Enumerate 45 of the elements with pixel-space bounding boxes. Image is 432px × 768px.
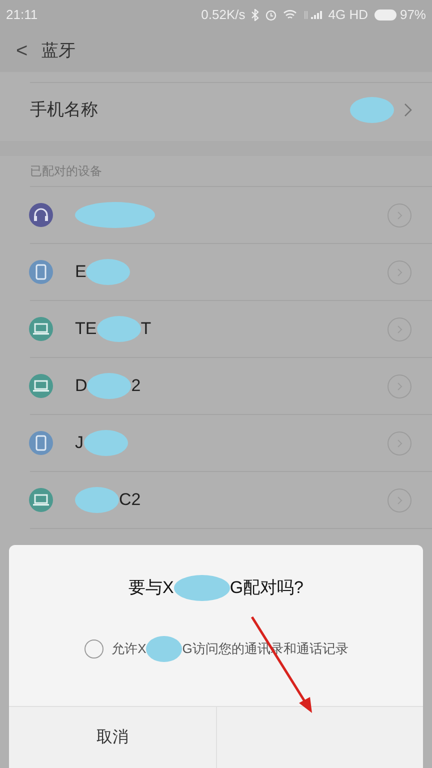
device-name: J (75, 432, 84, 454)
confirm-button[interactable] (216, 707, 423, 768)
wifi-icon (283, 9, 298, 21)
phone-name-row[interactable]: 手机名称 (0, 83, 432, 137)
device-name: C2 (119, 489, 141, 512)
redaction-mark (350, 96, 394, 124)
device-row[interactable]: E (0, 244, 432, 300)
redaction-mark (84, 429, 128, 457)
chevron-icon (404, 103, 412, 117)
network-type: 4G HD (328, 6, 368, 24)
phone-icon (29, 260, 53, 284)
phone-icon (29, 431, 53, 455)
redaction-mark (174, 574, 230, 602)
redaction-mark (86, 258, 130, 286)
bluetooth-icon (251, 9, 260, 21)
device-row[interactable]: TE T (0, 301, 432, 357)
device-name: T (140, 318, 152, 340)
laptop-icon (29, 488, 53, 512)
cancel-button[interactable]: 取消 (9, 707, 216, 768)
checkbox[interactable] (84, 639, 104, 659)
device-name: 2 (131, 375, 141, 398)
alarm-icon (265, 9, 278, 21)
redaction-mark (146, 635, 182, 663)
device-row[interactable]: J (0, 415, 432, 471)
row-label: 手机名称 (30, 99, 98, 122)
device-row[interactable]: C2 (0, 472, 432, 528)
battery-level: 97% (400, 6, 426, 24)
device-name: TE (75, 318, 97, 340)
device-name: E (75, 261, 86, 284)
redaction-mark (75, 486, 119, 514)
redaction-mark (87, 372, 132, 400)
dialog-title: 要与X (128, 577, 174, 600)
permission-text: 允许X (112, 640, 146, 658)
device-row[interactable]: D 2 (0, 358, 432, 414)
device-name: D (75, 375, 88, 398)
status-time: 21:11 (6, 6, 38, 24)
network-speed: 0.52K/s (201, 6, 246, 24)
redaction-mark (96, 315, 141, 343)
dialog-title: G配对吗? (230, 577, 304, 600)
headset-icon (29, 203, 53, 227)
back-button[interactable]: < (16, 41, 28, 61)
laptop-icon (29, 374, 53, 398)
laptop-icon (29, 317, 53, 341)
page-title: 蓝牙 (42, 40, 76, 62)
battery-icon (374, 9, 398, 21)
